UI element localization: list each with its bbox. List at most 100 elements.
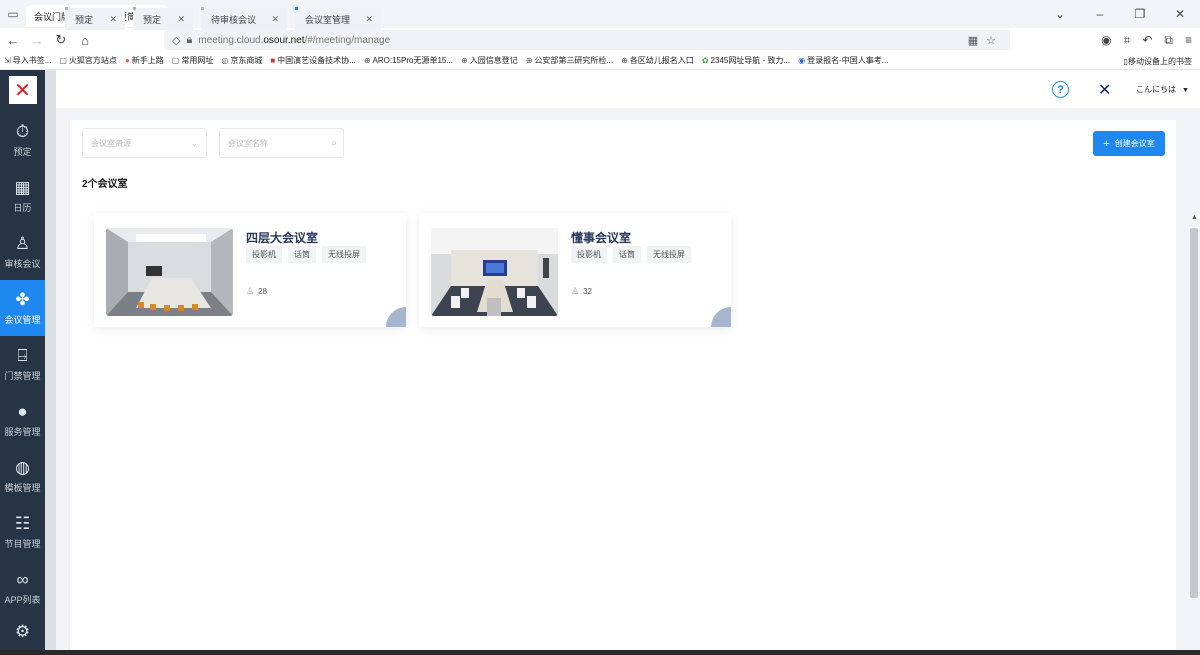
sidebar-item-review[interactable]: ♙ 审核会议 [0, 224, 45, 280]
room-panel [70, 120, 1176, 655]
user-icon: ♙ [14, 234, 31, 253]
room-tag: 无线投屏 [322, 246, 366, 263]
crop-icon[interactable]: ⌗ [1124, 33, 1131, 48]
room-tag: 话筒 [613, 246, 641, 263]
app-grid-icon: ∞ [16, 570, 29, 589]
app-logo[interactable]: ✕ [0, 70, 45, 110]
bookmarks-bar: ⇲ 导入书签... ▢ 火狐官方站点 ● 新手上路 ▢ 常用网址 ◎ 京东商城 ■ 中国演艺… [0, 52, 1200, 70]
help-icon[interactable]: ? [1052, 81, 1069, 98]
room-tags: 投影机 话筒 无线投屏 [246, 246, 366, 263]
forward-icon[interactable]: → [26, 33, 48, 48]
user-menu[interactable]: こんにちは ▼ [1136, 84, 1189, 95]
window-close-icon[interactable]: ✕ [1160, 7, 1200, 21]
qr-star-icons[interactable]: ▦☆ [968, 34, 1004, 47]
page-scrollbar[interactable]: ▲ [1188, 108, 1200, 655]
bookmark-item[interactable]: ⊕ ARO:15Pro无源单15... [360, 55, 457, 66]
os-taskbar [0, 650, 1200, 655]
tab-booking[interactable]: 预定 ✕ [65, 7, 125, 30]
bookmark-item[interactable]: ◎ 京东商城 [217, 55, 266, 66]
gear-icon: ⚙ [14, 621, 31, 641]
bookmark-item[interactable]: ⊕ 公安部第三研究所检... [522, 55, 617, 66]
bookmark-item[interactable]: ✿ 2345网址导航 - 致力... [698, 55, 794, 66]
url-text: meeting.cloud.osour.net/#/meeting/manage [198, 34, 391, 46]
create-room-button[interactable]: + 创建会议室 [1093, 131, 1165, 156]
scroll-up-icon[interactable]: ▲ [1191, 214, 1198, 221]
room-tag: 投影机 [571, 246, 607, 263]
bookmark-item[interactable]: ⇲ 导入书签... [0, 55, 55, 66]
close-icon[interactable]: ✕ [365, 14, 373, 25]
bookmark-item[interactable]: ◉ 登录报名-中国人事考... [794, 55, 892, 66]
person-icon: ♙ [246, 286, 255, 296]
room-capacity: ♙ 28 [246, 286, 267, 296]
window-menu-icon[interactable]: ▭ [0, 7, 26, 21]
program-icon: ☷ [14, 514, 31, 533]
chevron-down-icon: ⌄ [190, 137, 198, 148]
plus-icon: + [1103, 137, 1110, 150]
page-tabs [56, 70, 1200, 108]
close-icon[interactable]: ✕ [109, 14, 117, 25]
close-icon[interactable]: ✕ [271, 14, 279, 25]
undo-icon[interactable]: ↶ [1142, 33, 1152, 47]
room-tag: 投影机 [246, 246, 282, 263]
tab-pending-review[interactable]: 待审核会议 ✕ [201, 7, 287, 30]
app-sidebar: ✕ ⏱︎ 预定 ▦ 日历 ♙ 审核会议 ✤ 会议管理 ⍈ 门禁管理 ● 服务管理 ◍ 模板管理… [0, 70, 45, 655]
lock-icon: 🔒︎ [186, 33, 193, 46]
sidebar-item-access[interactable]: ⍈ 门禁管理 [0, 336, 45, 392]
sidebar-item-booking[interactable]: ⏱︎ 预定 [0, 112, 45, 168]
room-name: 懂事会议室 [571, 231, 632, 245]
room-tag: 无线投屏 [647, 246, 691, 263]
sidebar-item-template[interactable]: ◍ 模板管理 [0, 448, 45, 504]
template-icon: ◍ [15, 458, 30, 477]
room-card[interactable]: 四层大会议室 投影机 话筒 无线投屏 ♙ 28 [94, 213, 406, 327]
restore-icon[interactable]: ❐ [1120, 7, 1160, 21]
card-corner-decoration [386, 307, 406, 327]
group-icon: ✤ [15, 290, 30, 309]
close-icon[interactable]: ✕ [177, 14, 185, 25]
account-icon[interactable]: ◉ [1101, 33, 1111, 47]
room-name-input[interactable]: 会议室名称 ⌕ [219, 128, 344, 158]
person-icon: ♙ [571, 286, 580, 296]
reload-icon[interactable]: ↻ [50, 32, 72, 48]
bookmark-item[interactable]: ● 新手上路 [121, 55, 168, 66]
room-card[interactable]: 懂事会议室 投影机 话筒 无线投屏 ♙ 32 [419, 213, 731, 327]
chevron-down-icon[interactable]: ⌄ [1040, 7, 1080, 21]
sidebar-item-service[interactable]: ● 服务管理 [0, 392, 45, 448]
mobile-bookmarks[interactable]: ▯ 移动设备上的书签 [1124, 52, 1192, 70]
bell-icon: ● [17, 402, 28, 421]
room-tags: 投影机 话筒 无线投屏 [571, 246, 691, 263]
card-corner-decoration [711, 307, 731, 327]
url-bar[interactable]: ◇ 🔒︎ meeting.cloud.osour.net/#/meeting/m… [164, 30, 1010, 50]
tab-room-manage[interactable]: 会议室管理 ✕ [295, 7, 381, 30]
room-count: 2个会议室 [82, 179, 128, 190]
caret-down-icon: ▼ [1182, 87, 1189, 94]
room-photo [106, 228, 233, 316]
sidebar-item-settings[interactable]: ⚙ [0, 605, 45, 655]
room-tag: 话筒 [288, 246, 316, 263]
home-icon[interactable]: ⌂ [74, 33, 96, 48]
room-name: 四层大会议室 [246, 231, 319, 245]
bookmark-item[interactable]: ⊕ 入园信息登记 [457, 55, 522, 66]
browser-toolbar: ← → ↻ ⌂ ◇ 🔒︎ meeting.cloud.osour.net/#/m… [0, 28, 1200, 52]
door-icon: ⍈ [17, 346, 28, 365]
tab-booking-2[interactable]: 预定 ✕ [133, 7, 193, 30]
back-icon[interactable]: ← [2, 33, 24, 48]
calendar-icon: ▦ [14, 178, 31, 197]
sidebar-item-calendar[interactable]: ▦ 日历 [0, 168, 45, 224]
search-icon[interactable]: ⌕ [331, 138, 337, 149]
menu-icon[interactable]: ≡ [1185, 33, 1192, 47]
brand-logo: ✕ [1098, 82, 1112, 99]
extension-icon[interactable]: ⧉ [1164, 33, 1173, 48]
bookmark-item[interactable]: ■ 中国演艺设备技术协... [266, 55, 360, 66]
bookmark-item[interactable]: ▢ 火狐官方站点 [55, 55, 121, 66]
sidebar-scrollbar[interactable] [45, 70, 56, 655]
bookmark-item[interactable]: ▢ 常用网址 [168, 55, 218, 66]
scroll-thumb[interactable] [1190, 228, 1198, 598]
sidebar-item-meeting-manage[interactable]: ✤ 会议管理 [0, 280, 45, 336]
sidebar-item-program[interactable]: ☷ 节目管理 [0, 504, 45, 560]
minimize-icon[interactable]: – [1080, 7, 1120, 21]
timer-icon: ⏱︎ [15, 122, 30, 141]
bookmark-item[interactable]: ⊕ 各区幼儿报名入口 [617, 55, 698, 66]
room-photo [431, 228, 558, 316]
shield-icon: ◇ [172, 34, 181, 47]
resource-select[interactable]: 会议室资源 ⌄ [82, 128, 207, 158]
